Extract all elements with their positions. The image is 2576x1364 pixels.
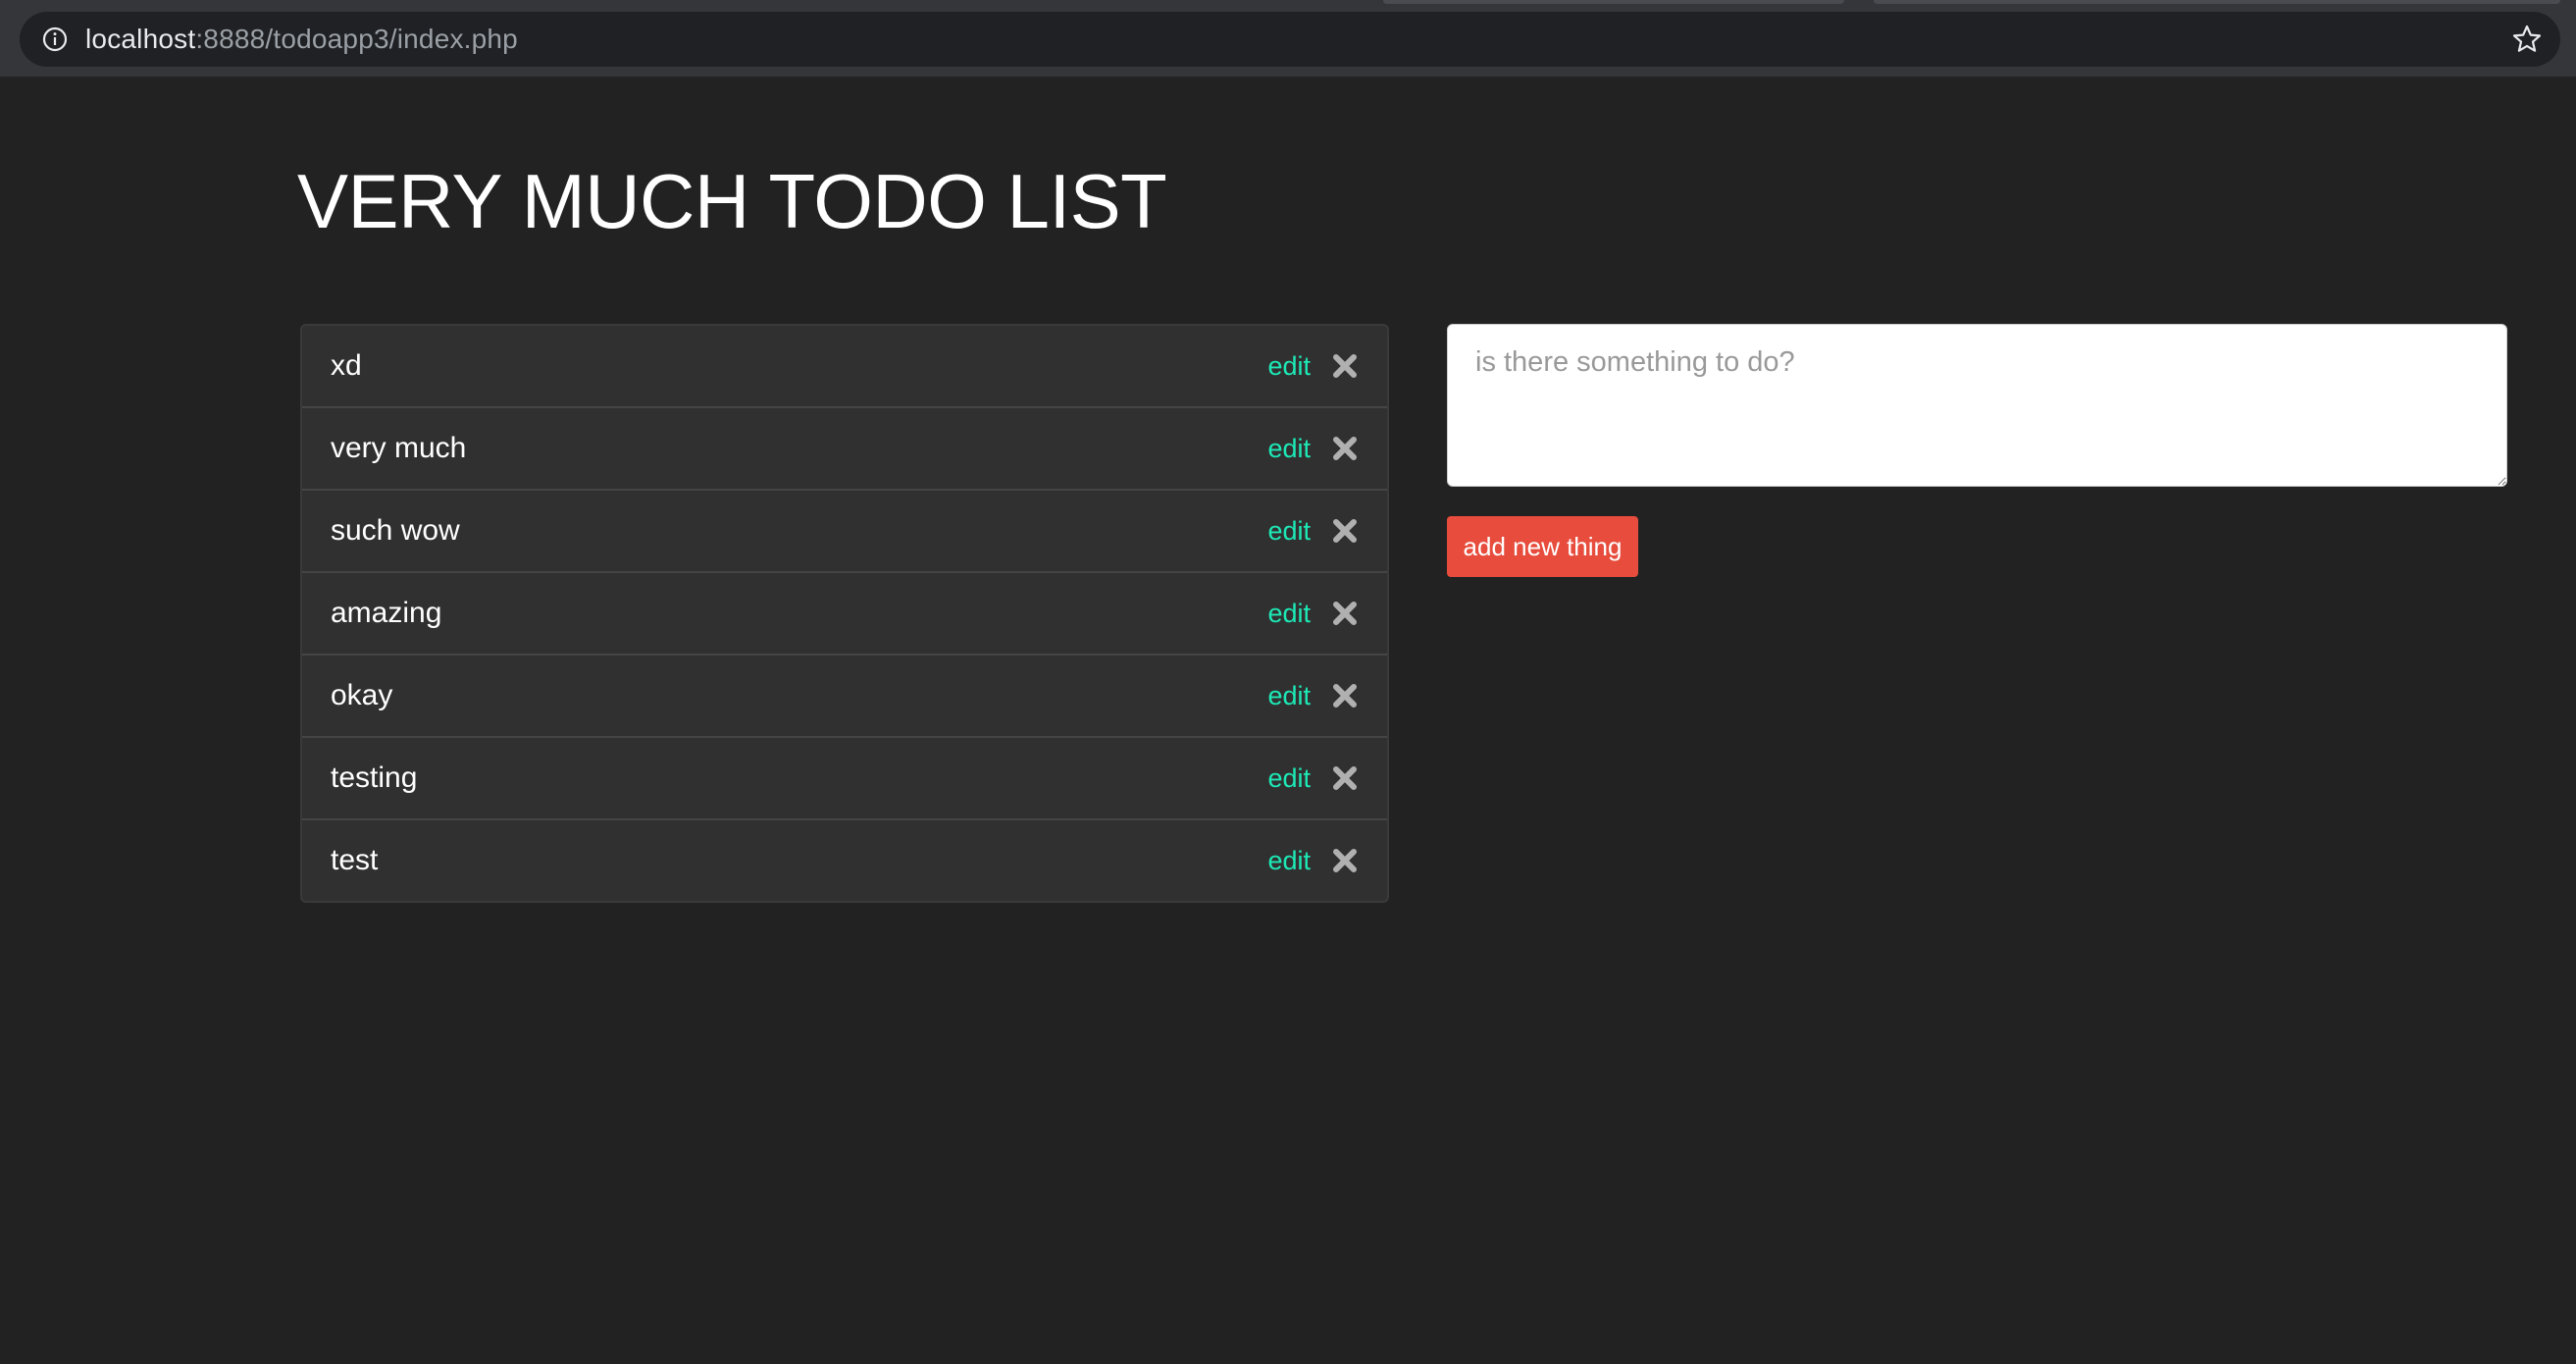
edit-link[interactable]: edit [1267, 434, 1311, 464]
add-new-thing-button[interactable]: add new thing [1447, 516, 1638, 577]
address-bar[interactable]: localhost:8888/todoapp3/index.php [20, 12, 2560, 67]
info-icon[interactable] [42, 26, 68, 52]
url-host: localhost [85, 24, 196, 54]
todo-text: okay [331, 679, 393, 711]
todo-text: very much [331, 432, 467, 464]
edit-link[interactable]: edit [1267, 351, 1311, 382]
todo-item: testing edit [302, 738, 1387, 820]
browser-tab[interactable] [1383, 0, 1844, 4]
edit-link[interactable]: edit [1267, 763, 1311, 794]
todo-text: such wow [331, 514, 460, 547]
edit-link[interactable]: edit [1267, 681, 1311, 711]
delete-icon[interactable] [1332, 683, 1358, 708]
edit-link[interactable]: edit [1267, 599, 1311, 629]
delete-icon[interactable] [1332, 601, 1358, 626]
new-todo-input[interactable] [1447, 324, 2507, 487]
edit-link[interactable]: edit [1267, 516, 1311, 547]
delete-icon[interactable] [1332, 353, 1358, 379]
delete-icon[interactable] [1332, 518, 1358, 544]
todo-item: such wow edit [302, 491, 1387, 573]
url-path: :8888/todoapp3/index.php [195, 24, 518, 54]
todo-item: very much edit [302, 408, 1387, 491]
browser-toolbar: localhost:8888/todoapp3/index.php [0, 6, 2576, 77]
todo-item: amazing edit [302, 573, 1387, 656]
delete-icon[interactable] [1332, 436, 1358, 461]
page-title: VERY MUCH TODO LIST [297, 158, 1167, 244]
todo-item: test edit [302, 820, 1387, 901]
todo-text: test [331, 844, 379, 876]
todo-list: xd edit very much edit such wow edit ama… [300, 324, 1389, 903]
url-text[interactable]: localhost:8888/todoapp3/index.php [85, 24, 518, 55]
delete-icon[interactable] [1332, 848, 1358, 873]
star-icon[interactable] [2511, 24, 2543, 55]
todo-item: xd edit [302, 326, 1387, 408]
delete-icon[interactable] [1332, 765, 1358, 791]
edit-link[interactable]: edit [1267, 846, 1311, 876]
browser-tab[interactable] [1874, 0, 2560, 4]
todo-text: amazing [331, 597, 442, 629]
todo-text: testing [331, 761, 418, 794]
todo-item: okay edit [302, 656, 1387, 738]
todo-text: xd [331, 349, 362, 382]
